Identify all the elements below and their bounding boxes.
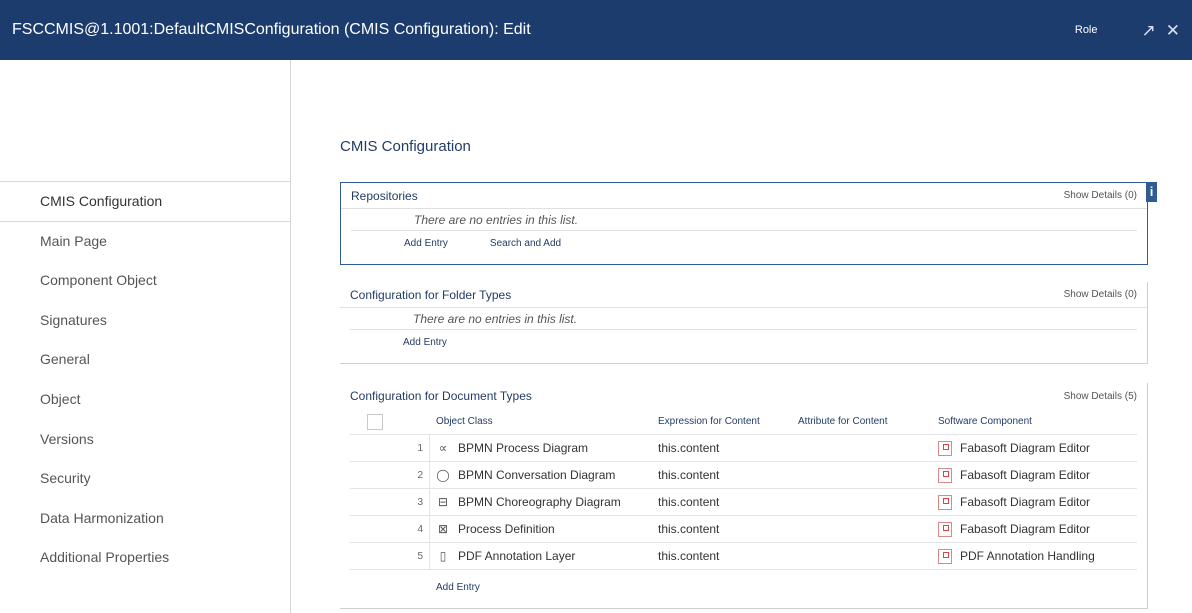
table-row[interactable]: 2 ◯ BPMN Conversation Diagram this.conten…: [350, 462, 1137, 489]
process-diagram-icon: ∝: [438, 441, 448, 455]
object-class-text: Process Definition: [458, 522, 555, 536]
document-types-title: Configuration for Document Types: [350, 389, 532, 403]
sidebar-item-signatures[interactable]: Signatures: [0, 301, 290, 341]
software-cell[interactable]: PDF Annotation Handling: [938, 548, 1137, 564]
row-number: 3: [400, 489, 430, 515]
object-class-text: BPMN Conversation Diagram: [458, 468, 616, 482]
conversation-diagram-icon: ◯: [436, 468, 450, 482]
folder-types-actions: Add Entry: [340, 330, 1147, 354]
column-header-expression[interactable]: Expression for Content: [658, 416, 798, 427]
software-text: Fabasoft Diagram Editor: [960, 441, 1091, 455]
choreography-diagram-icon: ⊟: [437, 495, 449, 509]
main-content: CMIS Configuration i Repositories Show D…: [291, 60, 1192, 613]
repositories-show-details-link[interactable]: Show Details (0): [1064, 190, 1137, 201]
object-class-text: PDF Annotation Layer: [458, 549, 576, 563]
sidebar-item-main-page[interactable]: Main Page: [0, 222, 290, 262]
select-all-cell: [350, 413, 400, 430]
close-icon[interactable]: ✕: [1166, 22, 1180, 39]
software-cell[interactable]: Fabasoft Diagram Editor: [938, 521, 1137, 537]
expression-cell: this.content: [658, 522, 720, 536]
window-title: FSCCMIS@1.1001:DefaultCMISConfiguration …: [12, 21, 531, 38]
sidebar-item-component-object[interactable]: Component Object: [0, 261, 290, 301]
repositories-add-entry-link[interactable]: Add Entry: [404, 238, 448, 249]
sidebar-item-additional-properties[interactable]: Additional Properties: [0, 538, 290, 578]
sidebar-item-security[interactable]: Security: [0, 459, 290, 499]
select-all-checkbox[interactable]: [367, 413, 383, 430]
process-definition-icon: ⊠: [437, 522, 449, 536]
repositories-empty-text: There are no entries in this list.: [351, 209, 1137, 231]
software-component-icon: [938, 440, 952, 456]
folder-types-show-details-link[interactable]: Show Details (0): [1064, 289, 1137, 300]
folder-types-empty-text: There are no entries in this list.: [350, 308, 1137, 330]
folder-types-add-entry-link[interactable]: Add Entry: [403, 337, 447, 348]
table-row[interactable]: 4 ⊠ Process Definition this.content Fabas…: [350, 516, 1137, 543]
object-class-text: BPMN Process Diagram: [458, 441, 589, 455]
object-class-cell[interactable]: ⊟ BPMN Choreography Diagram: [430, 495, 658, 509]
software-cell[interactable]: Fabasoft Diagram Editor: [938, 494, 1137, 510]
sidebar-item-object[interactable]: Object: [0, 380, 290, 420]
document-types-add-entry-link[interactable]: Add Entry: [436, 582, 480, 593]
repositories-header: Repositories Show Details (0): [341, 183, 1147, 209]
sidebar: CMIS Configuration Main Page Component O…: [0, 60, 291, 613]
expand-icon[interactable]: ↗: [1142, 22, 1156, 39]
software-text: Fabasoft Diagram Editor: [960, 468, 1091, 482]
object-class-cell[interactable]: ◯ BPMN Conversation Diagram: [430, 468, 658, 482]
object-class-text: BPMN Choreography Diagram: [458, 495, 621, 509]
row-number: 1: [400, 435, 430, 461]
expression-cell: this.content: [658, 549, 720, 563]
row-number: 4: [400, 516, 430, 542]
header-num-cell: [400, 409, 430, 434]
table-row[interactable]: 1 ∝ BPMN Process Diagram this.content Fab…: [350, 435, 1137, 462]
folder-types-header: Configuration for Folder Types Show Deta…: [340, 282, 1147, 308]
document-types-show-details-link[interactable]: Show Details (5): [1064, 391, 1137, 402]
document-types-section: Configuration for Document Types Show De…: [340, 383, 1148, 609]
repositories-actions: Add Entry Search and Add: [341, 231, 1147, 255]
object-class-cell[interactable]: ∝ BPMN Process Diagram: [430, 441, 658, 455]
sidebar-item-versions[interactable]: Versions: [0, 420, 290, 460]
folder-types-section: Configuration for Folder Types Show Deta…: [340, 282, 1148, 364]
sidebar-item-cmis-configuration[interactable]: CMIS Configuration: [0, 182, 290, 222]
row-number: 2: [400, 462, 430, 488]
role-button[interactable]: Role: [1075, 24, 1098, 36]
repositories-title: Repositories: [351, 188, 418, 203]
document-icon: ▯: [439, 549, 447, 563]
sidebar-item-data-harmonization[interactable]: Data Harmonization: [0, 499, 290, 539]
object-class-cell[interactable]: ▯ PDF Annotation Layer: [430, 549, 658, 563]
software-cell[interactable]: Fabasoft Diagram Editor: [938, 467, 1137, 483]
software-text: Fabasoft Diagram Editor: [960, 495, 1091, 509]
document-types-header: Configuration for Document Types Show De…: [340, 383, 1147, 409]
software-component-icon: [938, 548, 952, 564]
column-header-software[interactable]: Software Component: [938, 416, 1137, 427]
software-text: Fabasoft Diagram Editor: [960, 522, 1091, 536]
row-number: 5: [400, 543, 430, 569]
table-header-row: Object Class Expression for Content Attr…: [350, 409, 1137, 435]
repositories-section: i Repositories Show Details (0) There ar…: [340, 182, 1157, 265]
software-cell[interactable]: Fabasoft Diagram Editor: [938, 440, 1137, 456]
column-header-attribute[interactable]: Attribute for Content: [798, 416, 938, 427]
object-class-cell[interactable]: ⊠ Process Definition: [430, 522, 658, 536]
software-component-icon: [938, 521, 952, 537]
document-types-actions: Add Entry: [340, 570, 1147, 604]
sidebar-item-general[interactable]: General: [0, 340, 290, 380]
info-icon[interactable]: i: [1146, 182, 1157, 202]
software-text: PDF Annotation Handling: [960, 549, 1095, 563]
window-titlebar: FSCCMIS@1.1001:DefaultCMISConfiguration …: [0, 0, 1192, 60]
table-row[interactable]: 5 ▯ PDF Annotation Layer this.content PDF…: [350, 543, 1137, 570]
page-title: CMIS Configuration: [340, 138, 471, 155]
column-header-object-class[interactable]: Object Class: [430, 416, 658, 427]
sidebar-header-blank: [0, 60, 290, 182]
expression-cell: this.content: [658, 441, 720, 455]
software-component-icon: [938, 467, 952, 483]
software-component-icon: [938, 494, 952, 510]
document-types-table: Object Class Expression for Content Attr…: [350, 409, 1137, 570]
expression-cell: this.content: [658, 495, 720, 509]
folder-types-title: Configuration for Folder Types: [350, 287, 512, 302]
table-row[interactable]: 3 ⊟ BPMN Choreography Diagram this.conten…: [350, 489, 1137, 516]
repositories-search-add-link[interactable]: Search and Add: [490, 238, 561, 249]
sidebar-nav: CMIS Configuration Main Page Component O…: [0, 182, 290, 578]
expression-cell: this.content: [658, 468, 720, 482]
